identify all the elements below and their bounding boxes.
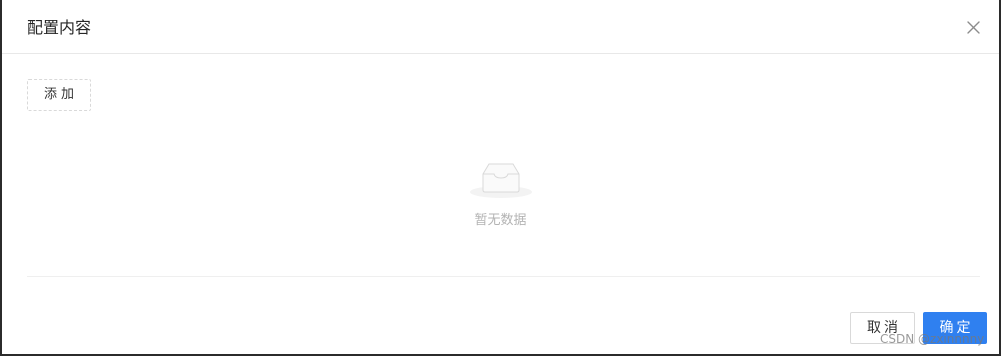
empty-text: 暂无数据 [474, 213, 527, 228]
modal-title: 配置内容 [27, 18, 92, 37]
divider [27, 276, 980, 277]
close-icon[interactable] [964, 18, 982, 36]
empty-state: 暂无数据 [2, 150, 999, 230]
empty-inbox-icon [469, 156, 533, 198]
modal-header: 配置内容 [2, 0, 999, 54]
config-modal: 配置内容 添加 暂无数据 取消 确定 [2, 0, 999, 354]
watermark-text: CSDN @zxinnnny [880, 332, 985, 346]
add-button[interactable]: 添加 [27, 79, 91, 111]
